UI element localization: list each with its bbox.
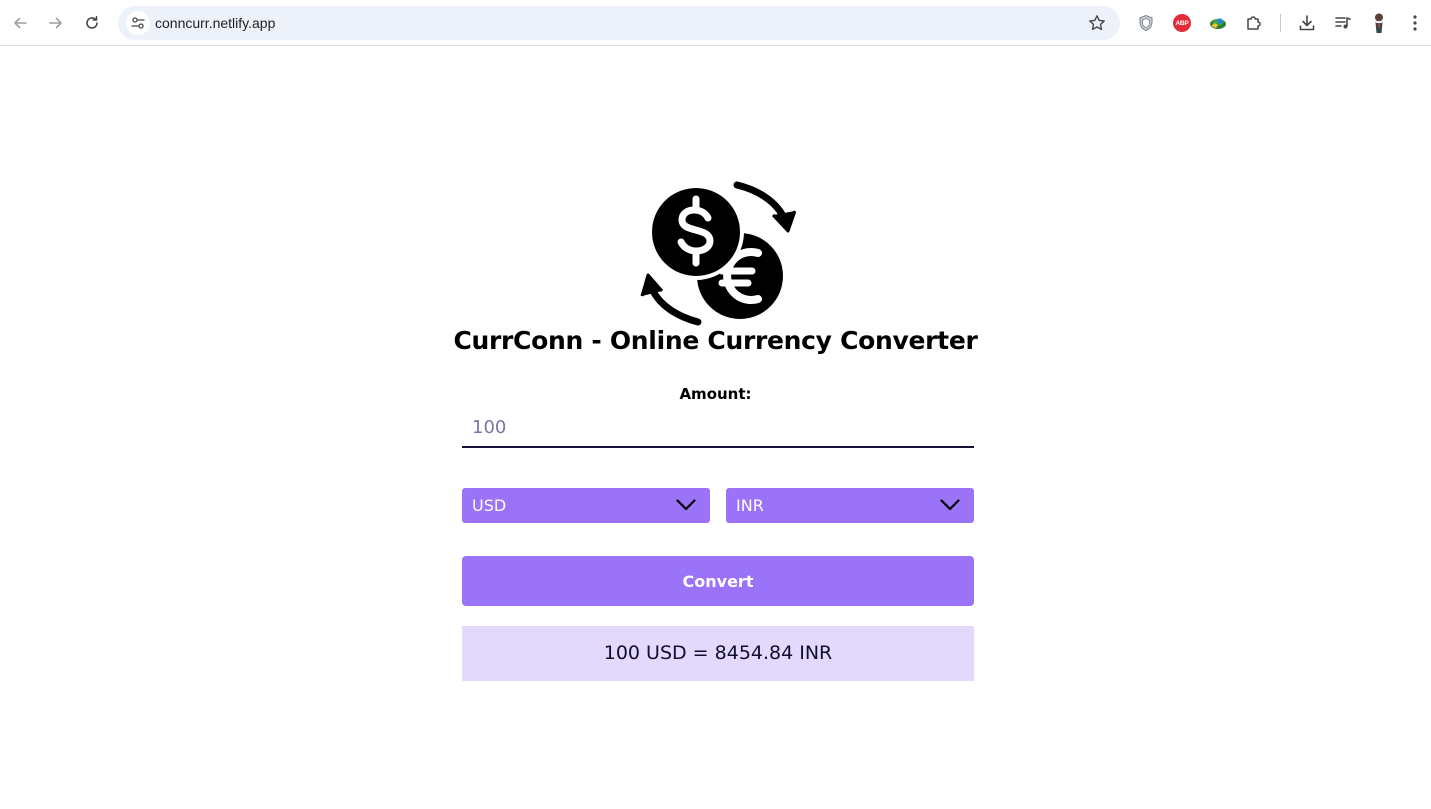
globe-extension-icon	[1210, 18, 1226, 29]
adblock-plus-icon: ABP	[1173, 14, 1191, 32]
forward-button[interactable]	[42, 9, 70, 37]
globe-extension-button[interactable]	[1206, 11, 1230, 35]
extensions-button[interactable]	[1242, 11, 1266, 35]
currency-exchange-icon	[640, 181, 796, 326]
page-content: CurrConn - Online Currency Converter Amo…	[0, 47, 1431, 809]
profile-avatar-button[interactable]	[1367, 11, 1391, 35]
shield-extension-button[interactable]	[1134, 11, 1158, 35]
adblock-plus-button[interactable]: ABP	[1170, 11, 1194, 35]
from-currency-select[interactable]: USD	[462, 488, 710, 523]
page-title: CurrConn - Online Currency Converter	[453, 326, 978, 355]
to-currency-select[interactable]: INR	[726, 488, 974, 523]
kebab-menu-icon	[1413, 15, 1417, 31]
browser-menu-button[interactable]	[1403, 11, 1427, 35]
downloads-button[interactable]	[1295, 11, 1319, 35]
bookmark-button[interactable]	[1086, 12, 1108, 34]
shield-extension-icon	[1139, 14, 1153, 32]
chevron-down-icon	[940, 499, 960, 511]
chevron-down-icon	[676, 499, 696, 511]
convert-button[interactable]: Convert	[462, 556, 974, 606]
toolbar-separator	[1280, 14, 1281, 32]
tune-icon	[131, 17, 145, 29]
star-icon	[1089, 15, 1105, 31]
to-currency-value: INR	[736, 496, 764, 515]
back-button[interactable]	[6, 9, 34, 37]
conversion-result: 100 USD = 8454.84 INR	[462, 626, 974, 681]
media-control-button[interactable]	[1331, 11, 1355, 35]
site-info-button[interactable]	[126, 11, 150, 35]
forward-arrow-icon	[49, 17, 62, 29]
back-arrow-icon	[14, 17, 27, 29]
reload-icon	[86, 16, 98, 29]
media-queue-icon	[1335, 17, 1351, 29]
amount-label: Amount:	[679, 385, 752, 403]
address-bar[interactable]: conncurr.netlify.app	[118, 6, 1120, 40]
download-icon	[1299, 15, 1315, 31]
profile-avatar-icon	[1375, 13, 1383, 33]
browser-toolbar: conncurr.netlify.app ABP	[0, 0, 1431, 46]
from-currency-value: USD	[472, 496, 507, 515]
puzzle-extensions-icon	[1247, 16, 1261, 30]
reload-button[interactable]	[78, 9, 106, 37]
url-text[interactable]: conncurr.netlify.app	[155, 6, 275, 40]
amount-input[interactable]	[462, 408, 974, 448]
